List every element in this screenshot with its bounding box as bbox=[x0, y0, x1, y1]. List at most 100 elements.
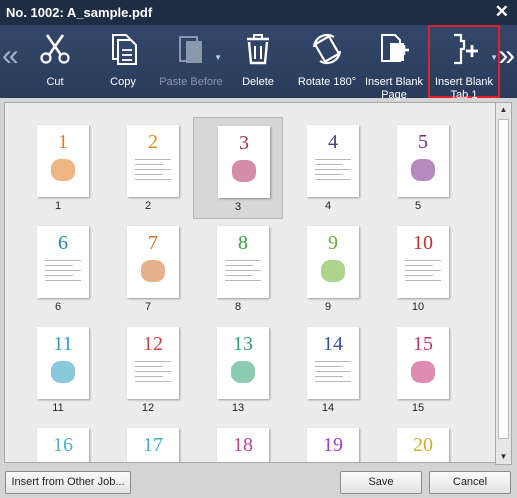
text-line bbox=[405, 280, 441, 281]
title-bar: No. 1002: A_sample.pdf ✕ bbox=[0, 0, 517, 25]
page-number-label: 10 bbox=[411, 301, 425, 313]
text-line bbox=[315, 381, 351, 382]
page-preview: 17 bbox=[127, 428, 179, 463]
page-thumbnail[interactable]: 44 bbox=[283, 117, 373, 219]
page-thumbnail[interactable]: 1717 bbox=[103, 420, 193, 463]
page-number-label: 4 bbox=[324, 200, 332, 212]
text-line bbox=[135, 371, 171, 372]
text-line bbox=[135, 159, 171, 160]
page-thumbnail[interactable]: 10 10 bbox=[373, 218, 463, 320]
page-number-label: 14 bbox=[321, 402, 335, 414]
text-line bbox=[135, 376, 163, 377]
text-line bbox=[45, 275, 73, 276]
scroll-left-icon[interactable]: « bbox=[2, 39, 19, 73]
copy-icon bbox=[112, 34, 137, 65]
paste-icon bbox=[179, 36, 202, 63]
page-thumbnail[interactable]: 11 11 bbox=[13, 319, 103, 421]
insert-blank-tab-label: Insert Blank Tab 1 bbox=[434, 76, 494, 101]
page-preview: 16 bbox=[37, 428, 89, 462]
page-preview: 14 bbox=[307, 327, 359, 399]
illustration bbox=[51, 361, 75, 383]
close-icon[interactable]: ✕ bbox=[495, 3, 509, 21]
text-line bbox=[315, 164, 343, 165]
page-preview: 12 bbox=[127, 327, 179, 399]
page-thumbnail[interactable]: 77 bbox=[103, 218, 193, 320]
cut-label: Cut bbox=[46, 76, 64, 88]
cancel-button[interactable]: Cancel bbox=[429, 471, 511, 494]
vertical-scrollbar[interactable]: ▲ ▼ bbox=[495, 102, 512, 465]
page-thumbnail[interactable]: 14 14 bbox=[283, 319, 373, 421]
page-number-label: 2 bbox=[144, 200, 152, 212]
illustration bbox=[141, 462, 165, 463]
save-button[interactable]: Save bbox=[340, 471, 422, 494]
insert-blank-tab-button[interactable]: ▼ Insert Blank Tab 1 bbox=[428, 25, 500, 101]
text-line bbox=[405, 260, 441, 261]
page-thumbnail[interactable]: 12 12 bbox=[103, 319, 193, 421]
page-thumbnail[interactable]: 11 bbox=[13, 117, 103, 219]
page-thumbnail[interactable]: 13 13 bbox=[193, 319, 283, 421]
scroll-down-icon[interactable]: ▼ bbox=[496, 450, 511, 464]
chevron-down-icon[interactable]: ▼ bbox=[490, 53, 498, 62]
text-line bbox=[225, 280, 261, 281]
text-line bbox=[135, 366, 163, 367]
copy-button[interactable]: Copy bbox=[88, 25, 158, 98]
page-preview-number: 18 bbox=[233, 434, 253, 456]
page-thumbnail[interactable]: 1616 bbox=[13, 420, 103, 462]
page-thumbnail-grid[interactable]: 1 1 2 2 3 3 4 4 5 5 6 6 7 7 8 8 9 9 10 10 11 11 12 12 13 13 14 14 15… bbox=[4, 102, 497, 463]
page-number-label: 12 bbox=[141, 402, 155, 414]
rotate-label: Rotate 180° bbox=[297, 76, 357, 88]
delete-button[interactable]: Delete bbox=[226, 25, 290, 98]
page-preview-number: 2 bbox=[148, 131, 158, 153]
scroll-right-icon[interactable]: » bbox=[498, 39, 515, 73]
text-line bbox=[45, 280, 81, 281]
page-number-label: 9 bbox=[324, 301, 332, 313]
page-preview-number: 20 bbox=[413, 434, 433, 456]
page-number-label: 6 bbox=[54, 301, 62, 313]
scrollbar-thumb[interactable] bbox=[498, 119, 509, 439]
page-preview: 19 bbox=[307, 428, 359, 463]
paste-before-label: Paste Before bbox=[159, 76, 223, 88]
page-thumbnail[interactable]: 1818 bbox=[193, 420, 283, 462]
paste-before-button[interactable]: ▼ Paste Before bbox=[158, 25, 224, 98]
page-preview-number: 13 bbox=[233, 333, 253, 355]
page-thumbnail[interactable]: 33 bbox=[193, 117, 283, 219]
page-preview: 18 bbox=[217, 428, 269, 462]
insert-blank-page-button[interactable]: Insert Blank Page bbox=[362, 25, 426, 101]
cut-button[interactable]: Cut bbox=[22, 25, 88, 98]
illustration bbox=[321, 462, 345, 463]
page-number-label: 5 bbox=[414, 200, 422, 212]
window-title: No. 1002: A_sample.pdf bbox=[6, 5, 153, 20]
page-thumbnail[interactable]: 66 bbox=[13, 218, 103, 320]
page-preview-number: 1 bbox=[58, 131, 68, 153]
copy-label: Copy bbox=[110, 76, 136, 88]
text-line bbox=[135, 361, 171, 362]
text-line bbox=[135, 164, 163, 165]
text-line bbox=[315, 179, 351, 180]
page-thumbnail[interactable]: 2020 bbox=[373, 420, 463, 463]
page-number-label: 1 bbox=[54, 200, 62, 212]
page-preview-number: 9 bbox=[328, 232, 338, 254]
page-preview-number: 7 bbox=[148, 232, 158, 254]
insert-page-icon bbox=[381, 34, 409, 62]
page-thumbnail[interactable]: 1919 bbox=[283, 420, 373, 463]
page-preview: 4 bbox=[307, 125, 359, 197]
page-thumbnail[interactable]: 99 bbox=[283, 218, 373, 320]
page-thumbnail[interactable]: 55 bbox=[373, 117, 463, 219]
scroll-up-icon[interactable]: ▲ bbox=[496, 103, 511, 117]
page-preview-number: 10 bbox=[413, 232, 433, 254]
insert-from-other-job-button[interactable]: Insert from Other Job... bbox=[5, 471, 131, 494]
text-line bbox=[405, 462, 441, 463]
page-preview: 9 bbox=[307, 226, 359, 298]
page-thumbnail[interactable]: 88 bbox=[193, 218, 283, 320]
page-number-label: 11 bbox=[52, 402, 64, 414]
insert-tab-icon bbox=[454, 33, 478, 65]
page-thumbnail[interactable]: 15 15 bbox=[373, 319, 463, 421]
rotate-180-button[interactable]: Rotate 180° bbox=[292, 25, 362, 98]
page-thumbnail[interactable]: 22 bbox=[103, 117, 193, 219]
page-preview: 1 bbox=[37, 125, 89, 197]
text-line bbox=[405, 270, 441, 271]
text-line bbox=[135, 179, 171, 180]
page-preview-number: 5 bbox=[418, 131, 428, 153]
illustration bbox=[411, 361, 435, 383]
chevron-down-icon[interactable]: ▼ bbox=[214, 53, 222, 62]
